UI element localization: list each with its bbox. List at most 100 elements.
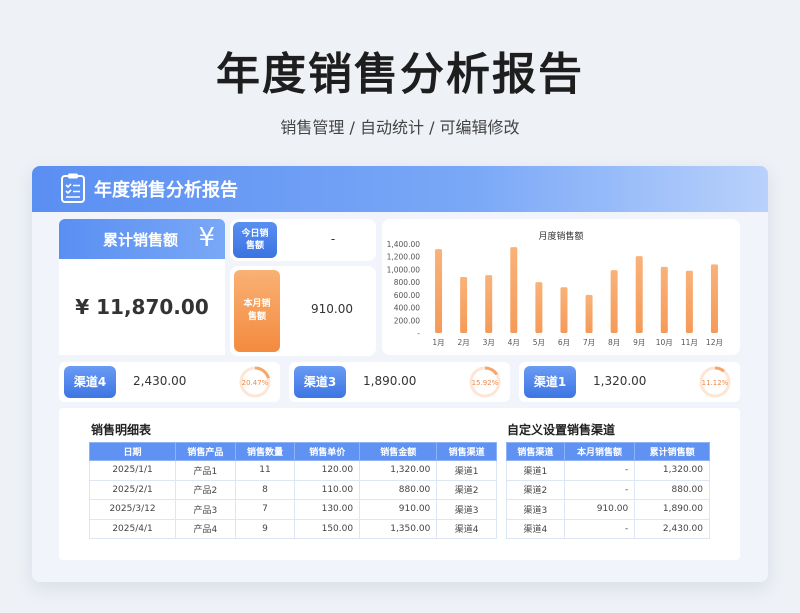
month-sales-badge: 本月销 售额 <box>234 270 280 352</box>
table-cell: 7 <box>234 499 296 520</box>
table-header: 本月销售额 <box>563 442 636 461</box>
bar <box>560 287 568 333</box>
cumulative-sales-label: 累计销售额 <box>103 231 179 249</box>
table-cell: - <box>563 479 636 500</box>
x-tick-label: 4月 <box>508 338 520 347</box>
document-checklist-icon <box>61 173 85 203</box>
x-tick-label: 8月 <box>608 338 620 347</box>
y-tick-label: 1,200.00 <box>387 253 421 262</box>
x-tick-label: 6月 <box>558 338 570 347</box>
y-tick-label: 1,400.00 <box>387 240 421 249</box>
channel-value: 1,890.00 <box>363 374 417 388</box>
sales-detail-table: 日期 销售产品 销售数量 销售单价 销售金额 销售渠道 2025/1/1 产品1 11 120.… <box>88 442 497 539</box>
report-header: 年度销售分析报告 <box>32 166 768 212</box>
table-header: 销售产品 <box>175 442 236 461</box>
bar <box>510 247 518 333</box>
table-cell: 渠道4 <box>436 518 497 539</box>
y-tick-label: - <box>417 329 420 338</box>
table-cell: 2,430.00 <box>634 518 710 539</box>
bar <box>635 256 643 333</box>
table-cell: 1,320.00 <box>359 460 438 481</box>
table-cell: 910.00 <box>359 499 438 520</box>
channel-value: 2,430.00 <box>133 374 187 388</box>
table-cell: 130.00 <box>294 499 361 520</box>
table-row: 渠道1-1,320.00 <box>506 460 710 481</box>
table-cell: 8 <box>234 479 296 500</box>
today-sales-label-1: 今日销 <box>241 229 269 239</box>
table-cell: 2025/3/12 <box>88 499 177 520</box>
percent-ring: 15.92% <box>469 366 501 398</box>
monthly-sales-chart: 月度销售额 1,400.00 1,200.00 1,000.00 800.00 600.0… <box>387 230 723 347</box>
channel-card-2: 渠道3 1,890.00 15.92% <box>289 362 510 402</box>
table-header: 销售数量 <box>234 442 296 461</box>
table-cell: 渠道1 <box>436 460 497 481</box>
y-tick-label: 800.00 <box>394 278 420 287</box>
month-sales-label-2: 售额 <box>247 312 266 322</box>
bar <box>610 270 618 333</box>
cumulative-sales-value: ¥ 11,870.00 <box>75 295 209 319</box>
monthly-sales-chart-panel: 月度销售额 1,400.00 1,200.00 1,000.00 800.00 600.0… <box>382 219 740 355</box>
chart-title: 月度销售额 <box>538 230 583 242</box>
bar <box>460 277 468 333</box>
table-row: 2025/3/12 产品3 7 130.00 910.00 渠道3 <box>88 499 497 520</box>
cumulative-sales-body: ¥ 11,870.00 <box>59 259 225 355</box>
bar <box>435 249 443 333</box>
bar <box>585 294 593 333</box>
table-cell: 1,320.00 <box>634 460 710 481</box>
y-tick-label: 1,000.00 <box>387 265 421 274</box>
today-sales-badge: 今日销 售额 <box>233 222 277 258</box>
table-cell: 2025/1/1 <box>88 460 177 481</box>
report-card: 年度销售分析报告 累计销售额 ¥ ¥ 11,870.00 今日销 售额 - 本月… <box>32 166 768 582</box>
month-sales-panel: 本月销 售额 910.00 <box>230 266 376 356</box>
percent-ring: 20.47% <box>239 366 271 398</box>
x-tick-label: 7月 <box>583 338 595 347</box>
table-cell: 2025/2/1 <box>88 479 177 500</box>
channel-table-title: 自定义设置销售渠道 <box>507 423 616 437</box>
x-tick-label: 3月 <box>483 338 495 347</box>
x-tick-label: 11月 <box>681 338 698 347</box>
percent-ring: 11.12% <box>699 366 731 398</box>
table-row: 渠道2-880.00 <box>506 479 710 500</box>
table-cell: 910.00 <box>563 499 636 520</box>
report-header-title: 年度销售分析报告 <box>94 180 238 201</box>
bar <box>685 270 693 333</box>
bar <box>485 275 493 333</box>
month-sales-label-1: 本月销 <box>243 299 271 309</box>
table-cell: 9 <box>234 518 296 539</box>
today-sales-panel: 今日销 售额 - <box>230 219 376 261</box>
table-cell: 产品1 <box>175 460 236 481</box>
x-tick-label: 1月 <box>432 338 444 347</box>
y-tick-label: 200.00 <box>394 316 420 325</box>
bar <box>710 264 718 333</box>
table-cell: 渠道1 <box>506 460 565 481</box>
table-cell: 120.00 <box>294 460 361 481</box>
channel-settings-table: 销售渠道 本月销售额 累计销售额 渠道1-1,320.00 渠道2-880.00 渠道3… <box>506 442 710 539</box>
x-tick-label: 10月 <box>656 338 673 347</box>
table-cell: 产品2 <box>175 479 236 500</box>
cumulative-sales-header: 累计销售额 ¥ <box>59 219 225 259</box>
table-header: 销售渠道 <box>506 442 565 461</box>
detail-table-title: 销售明细表 <box>91 423 152 437</box>
percent-label: 15.92% <box>472 379 499 387</box>
channel-card-1: 渠道4 2,430.00 20.47% <box>59 362 280 402</box>
table-cell: 150.00 <box>294 518 361 539</box>
channel-badge: 渠道4 <box>64 366 116 398</box>
page-subtitle: 销售管理 / 自动统计 / 可编辑修改 <box>280 118 520 137</box>
table-cell: 1,350.00 <box>359 518 438 539</box>
channel-card-3: 渠道1 1,320.00 11.12% <box>519 362 740 402</box>
tables-panel: 销售明细表 日期 销售产品 销售数量 销售单价 销售金额 销售渠道 2025/1/1 产品1… <box>59 408 740 560</box>
month-sales-value: 910.00 <box>311 302 353 316</box>
table-cell: 110.00 <box>294 479 361 500</box>
page-title: 年度销售分析报告 <box>216 49 584 100</box>
table-row: 渠道3 910.00 1,890.00 <box>506 499 710 520</box>
table-header: 日期 <box>88 442 177 461</box>
percent-label: 20.47% <box>242 379 269 387</box>
table-cell: 渠道3 <box>436 499 497 520</box>
table-header: 销售单价 <box>294 442 361 461</box>
table-cell: 产品3 <box>175 499 236 520</box>
today-sales-label-2: 售额 <box>245 241 264 251</box>
table-cell: 渠道2 <box>506 479 565 500</box>
x-tick-label: 12月 <box>706 338 723 347</box>
bar <box>660 266 668 333</box>
channel-value: 1,320.00 <box>593 374 647 388</box>
